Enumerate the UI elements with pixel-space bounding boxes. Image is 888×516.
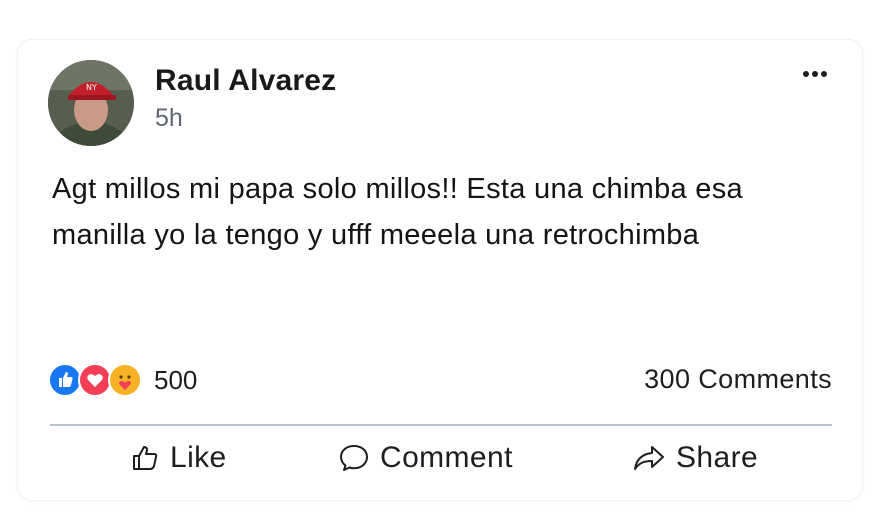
share-arrow-icon (634, 446, 664, 470)
post-timestamp[interactable]: 5h (155, 104, 183, 133)
author-name[interactable]: Raul Alvarez (155, 64, 336, 98)
comment-button[interactable]: Comment (338, 438, 513, 478)
post-text: Agt millos mi papa solo millos!! Esta un… (52, 173, 743, 251)
svg-text:NY: NY (86, 83, 97, 92)
share-label: Share (676, 441, 759, 474)
reactions-count: 500 (154, 364, 198, 395)
comments-count-link[interactable]: 300 Comments (644, 364, 832, 395)
speech-bubble-icon (340, 445, 368, 471)
like-button[interactable]: Like (130, 438, 227, 478)
avatar-photo-icon: NY (48, 60, 134, 146)
more-dot-icon (803, 71, 809, 77)
care-reaction-icon (108, 363, 142, 397)
comment-label: Comment (380, 441, 513, 474)
like-label: Like (170, 441, 227, 474)
actions-divider (50, 424, 832, 426)
like-reaction-icon (48, 363, 82, 397)
more-dot-icon (812, 71, 818, 77)
more-dot-icon (821, 71, 827, 77)
share-button[interactable]: Share (632, 438, 758, 478)
thumbs-up-icon (133, 446, 158, 470)
love-reaction-icon (78, 363, 112, 397)
more-options-button[interactable] (797, 66, 833, 82)
author-avatar[interactable]: NY (48, 60, 134, 146)
post-card: NY Raul Alvarez 5h Agt millos mi papa so… (18, 40, 862, 500)
reactions-summary[interactable]: 500 (48, 363, 197, 397)
